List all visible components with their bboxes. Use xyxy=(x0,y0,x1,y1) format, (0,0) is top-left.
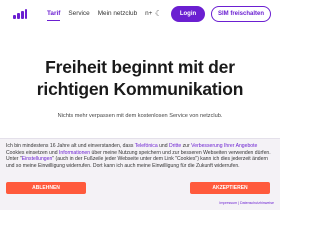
hero-title: Freiheit beginnt mit der richtigen Kommu… xyxy=(0,56,280,100)
cookie-text-part: Cookies einsetzen und xyxy=(6,149,59,156)
reject-button[interactable]: ABLEHNEN xyxy=(6,182,86,194)
cookie-text-part: zur xyxy=(181,143,192,149)
link-informationen[interactable]: Informationen xyxy=(59,150,90,156)
nav-item-mein-netzclub[interactable]: Mein netzclub xyxy=(98,10,137,17)
link-dritte[interactable]: Dritte xyxy=(169,143,181,149)
cookie-consent-text: Ich bin mindestens 16 Jahre alt und einv… xyxy=(6,143,274,170)
accept-button[interactable]: AKZEPTIEREN xyxy=(190,182,270,194)
link-einstellungen[interactable]: Einstellungen xyxy=(22,156,53,162)
hero-subtitle: Nichts mehr verpassen mit dem kostenlose… xyxy=(57,113,223,119)
nav-item-n-plus[interactable]: n+ xyxy=(145,10,152,17)
cookie-banner: Ich bin mindestens 16 Jahre alt und einv… xyxy=(0,138,280,210)
moon-icon[interactable]: ☾ xyxy=(155,9,162,18)
nav-item-tarif[interactable]: Tarif xyxy=(47,10,61,21)
link-telefonica[interactable]: Telefónica xyxy=(135,143,158,149)
cookie-text-part: Ich bin mindestens 16 Jahre alt und einv… xyxy=(6,143,135,149)
main-nav: Tarif Service Mein netzclub n+ xyxy=(47,10,152,21)
signal-bars-icon[interactable] xyxy=(13,9,27,19)
cookie-text-part: und xyxy=(157,143,170,149)
nav-item-service[interactable]: Service xyxy=(68,10,89,17)
sim-activate-button[interactable]: SIM freischalten xyxy=(211,6,271,22)
hero-title-line-2: richtigen Kommunikation xyxy=(36,79,244,99)
hero-title-line-1: Freiheit beginnt mit der xyxy=(45,57,235,77)
login-button[interactable]: Login xyxy=(171,6,205,22)
site-header: Tarif Service Mein netzclub n+ ☾ Login S… xyxy=(0,0,280,30)
link-verbesserung[interactable]: Verbesserung Ihrer Angebote xyxy=(191,143,257,149)
cookie-footer-links[interactable]: Impressum | Datenschutzhinweise xyxy=(219,201,274,205)
